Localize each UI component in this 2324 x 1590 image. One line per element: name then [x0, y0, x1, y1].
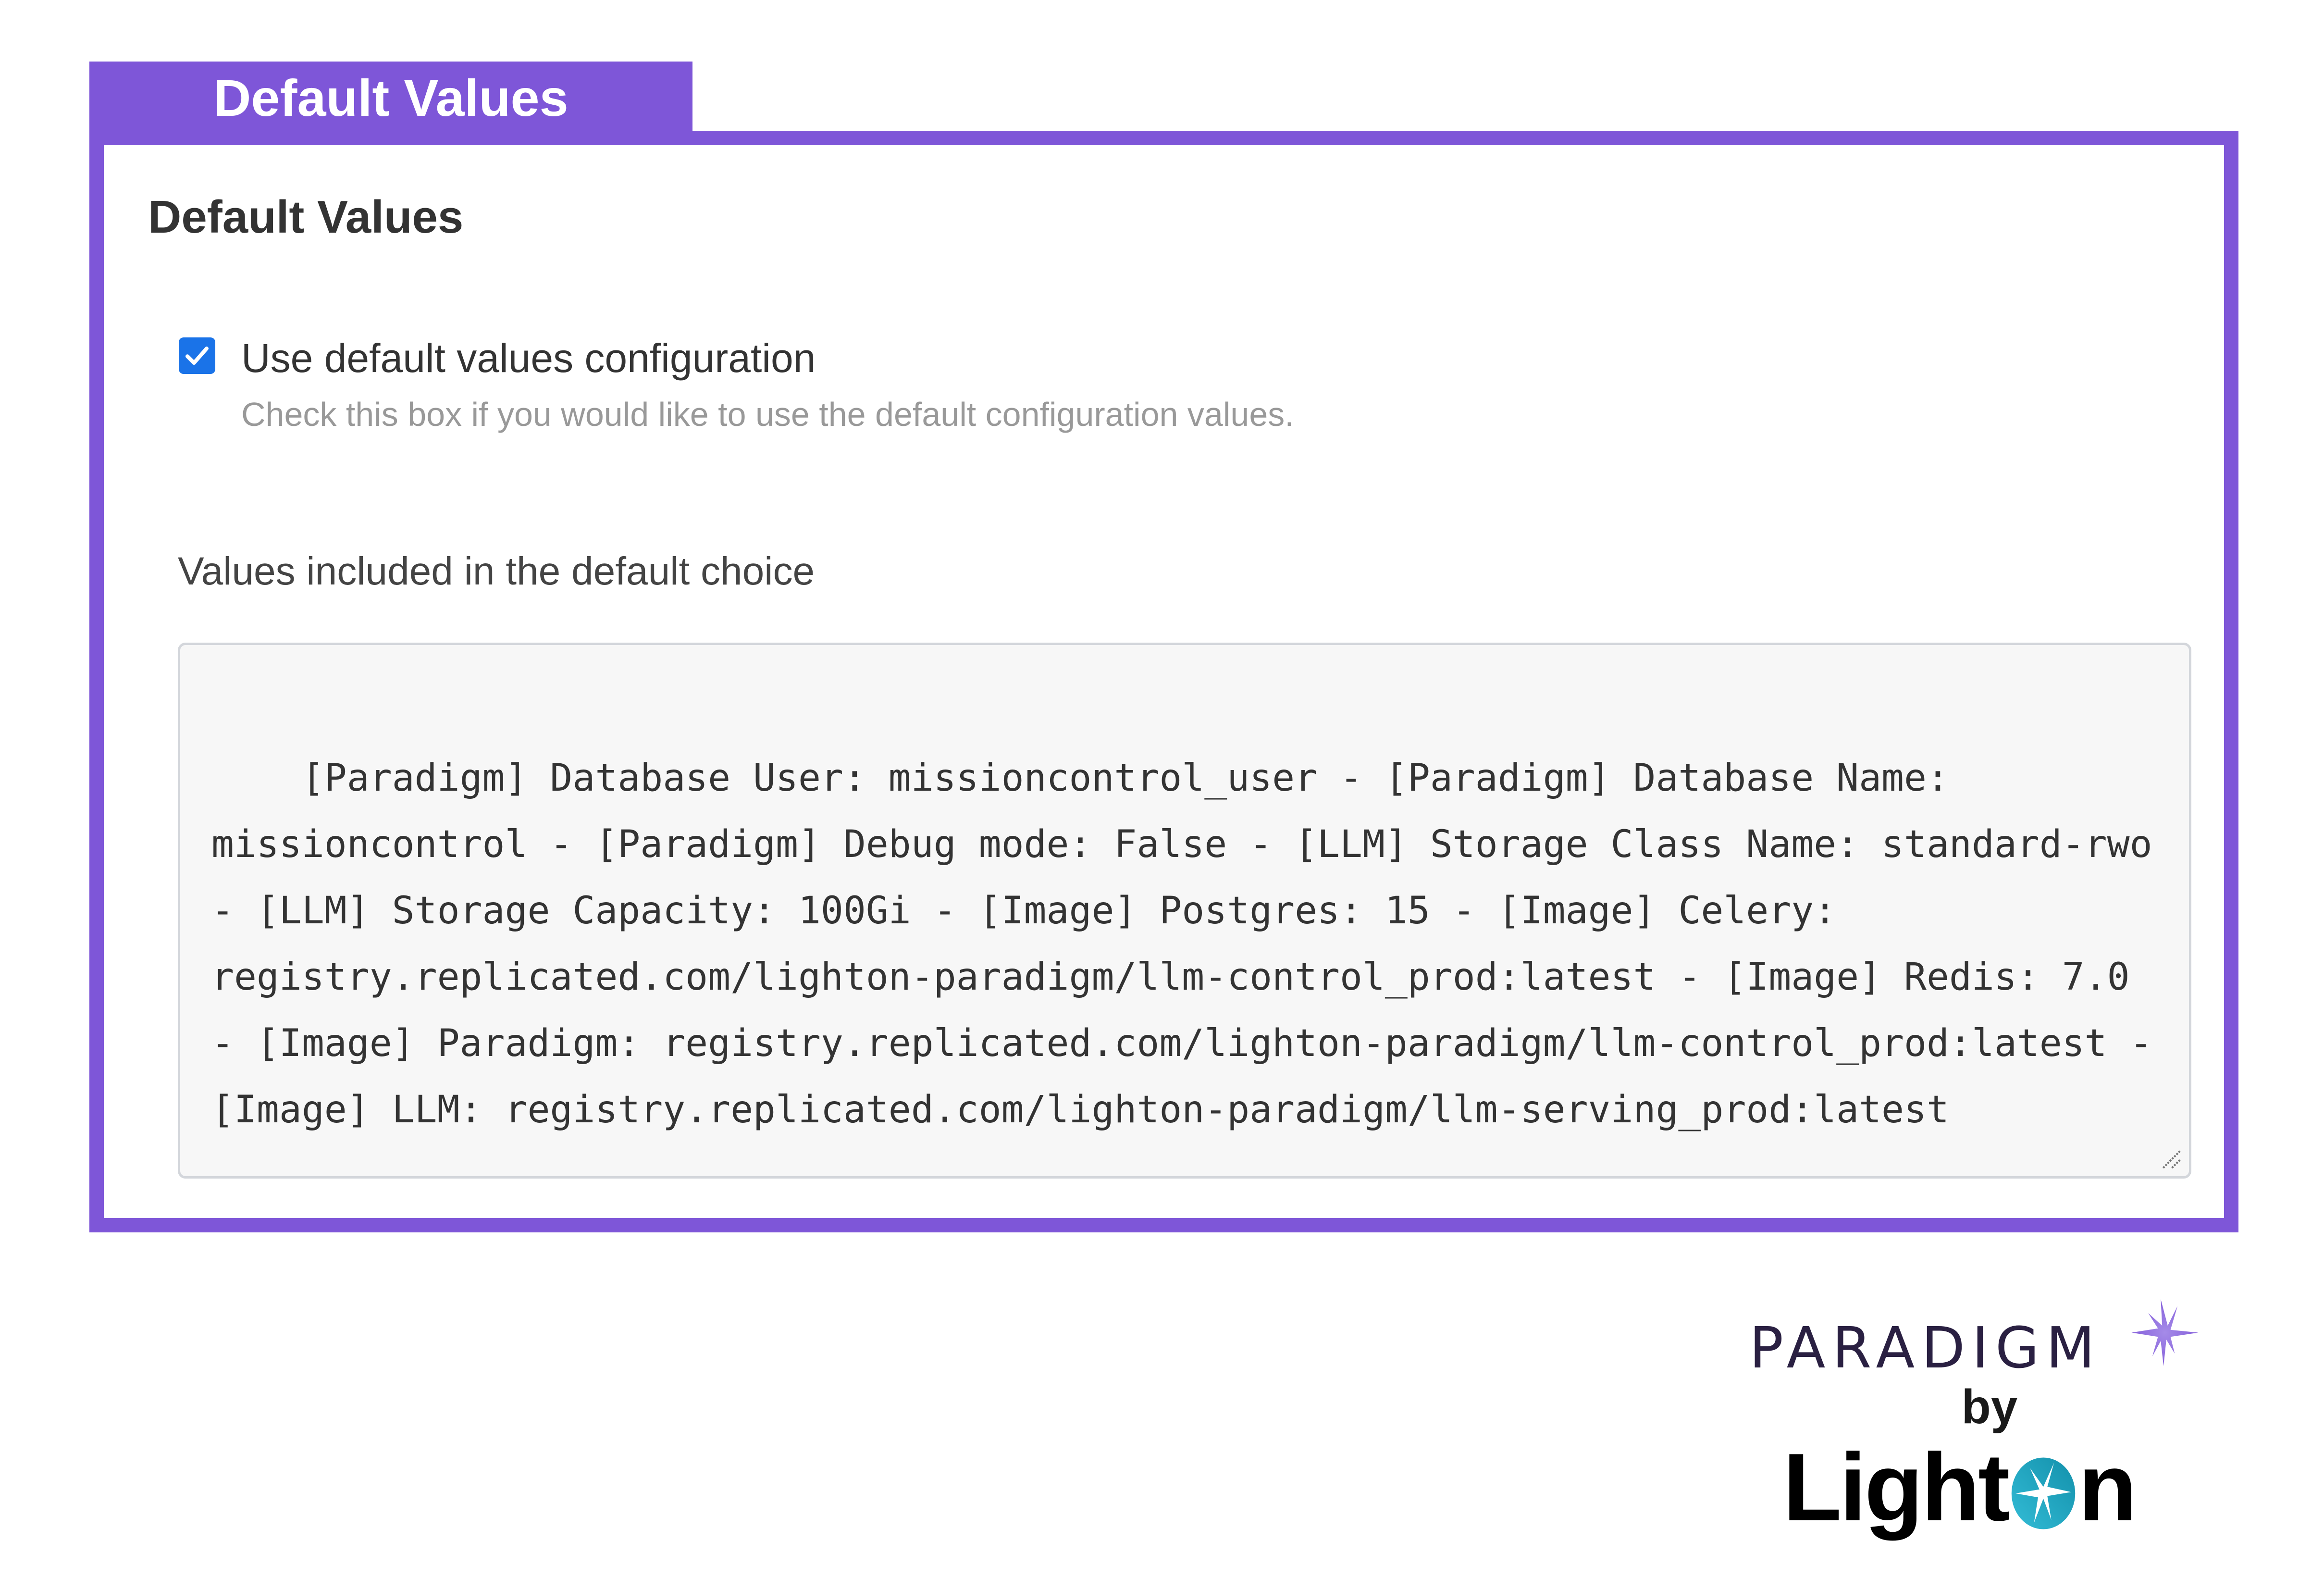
by-text: by: [1961, 1380, 2018, 1434]
section-tab-title: Default Values: [89, 62, 692, 134]
default-values-textarea[interactable]: [Paradigm] Database User: missioncontrol…: [178, 643, 2191, 1179]
lighton-wordmark: Light n: [1783, 1432, 2137, 1543]
default-values-text: [Paradigm] Database User: missioncontrol…: [211, 757, 2175, 1131]
sparkle-star-icon: [2131, 1299, 2199, 1366]
resize-handle-icon[interactable]: [2158, 1145, 2183, 1170]
use-default-values-checkbox[interactable]: [179, 337, 215, 374]
checkbox-help-text: Check this box if you would like to use …: [241, 396, 1294, 433]
checkbox-label[interactable]: Use default values configuration: [241, 335, 816, 382]
section-heading: Default Values: [148, 191, 464, 243]
paradigm-wordmark: PARADIGM: [1749, 1315, 2102, 1381]
lighton-prefix: Light: [1783, 1434, 2010, 1541]
default-values-label: Values included in the default choice: [178, 549, 815, 593]
paradigm-by-lighton-logo: PARADIGM by Light n: [1730, 1288, 2259, 1557]
checkmark-icon: [185, 347, 209, 365]
default-values-panel: Default Values Use default values config…: [89, 131, 2238, 1232]
lighton-suffix: n: [2078, 1434, 2137, 1541]
lighton-star-o-icon: [2011, 1457, 2075, 1529]
